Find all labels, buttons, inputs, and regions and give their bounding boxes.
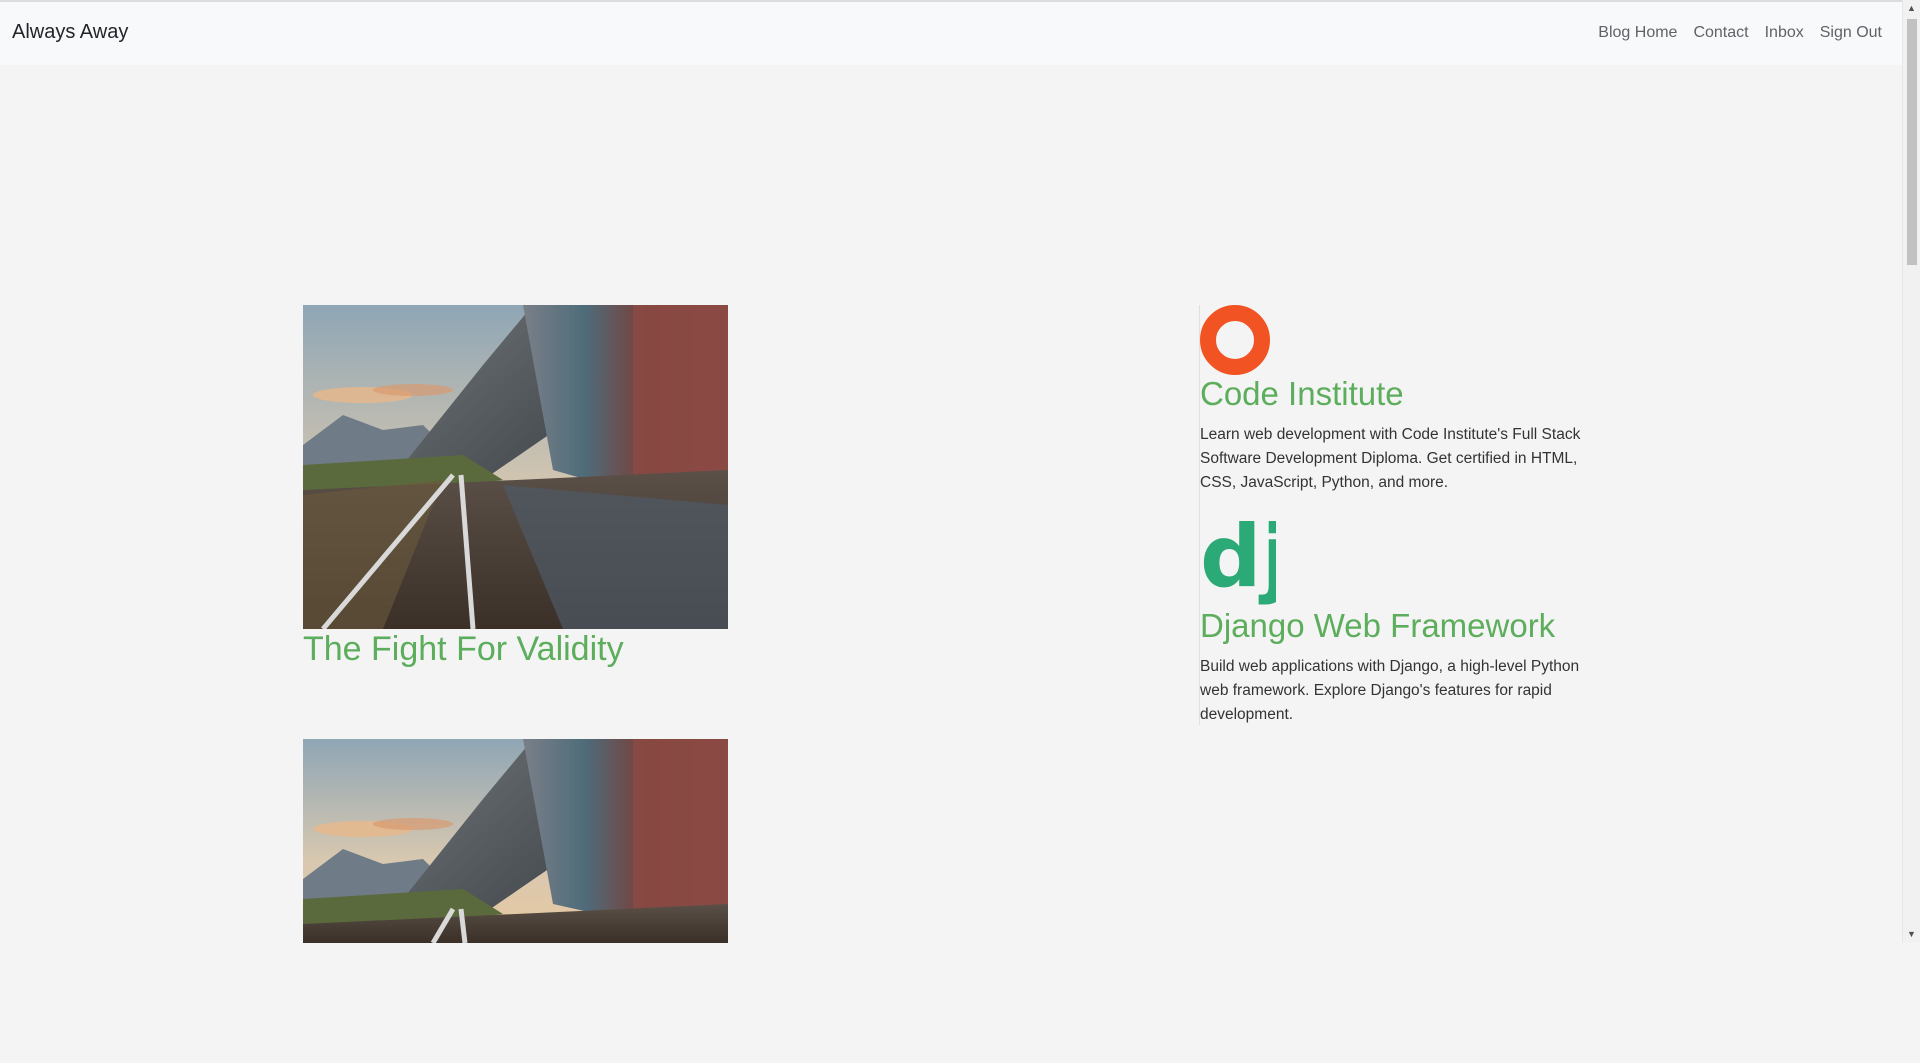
mountain-railway-image xyxy=(303,305,728,629)
nav-links: Blog Home Contact Inbox Sign Out xyxy=(1598,24,1882,42)
scroll-up-arrow-icon[interactable]: ▲ xyxy=(1903,0,1920,17)
scroll-down-arrow-icon[interactable]: ▼ xyxy=(1903,926,1920,943)
post-title[interactable]: The Fight For Validity xyxy=(303,630,624,669)
sidebar-item-text: Build web applications with Django, a hi… xyxy=(1200,658,1580,723)
sidebar-item-text: Learn web development with Code Institut… xyxy=(1200,426,1581,491)
scrollbar-thumb[interactable] xyxy=(1907,19,1917,265)
sidebar-item-title: Django Web Framework xyxy=(1200,607,1556,644)
django-logo: dj xyxy=(1200,507,1291,613)
mountain-railway-image xyxy=(303,739,728,943)
code-institute-logo xyxy=(1200,305,1270,380)
svg-text:dj: dj xyxy=(1200,516,1276,607)
navbar: Always Away Blog Home Contact Inbox Sign… xyxy=(0,2,1902,65)
nav-link-inbox[interactable]: Inbox xyxy=(1765,24,1804,42)
sidebar: Code Institute Learn web development wit… xyxy=(1199,305,1610,725)
brand-link[interactable]: Always Away xyxy=(12,21,128,44)
nav-link-blog-home[interactable]: Blog Home xyxy=(1598,24,1677,42)
sidebar-item-title: Code Institute xyxy=(1200,375,1404,412)
post-image-link[interactable] xyxy=(303,739,728,1063)
vertical-scrollbar[interactable]: ▲ ▼ xyxy=(1902,0,1920,943)
post-image-link[interactable] xyxy=(303,305,728,629)
nav-link-sign-out[interactable]: Sign Out xyxy=(1820,24,1882,42)
nav-link-contact[interactable]: Contact xyxy=(1693,24,1748,42)
